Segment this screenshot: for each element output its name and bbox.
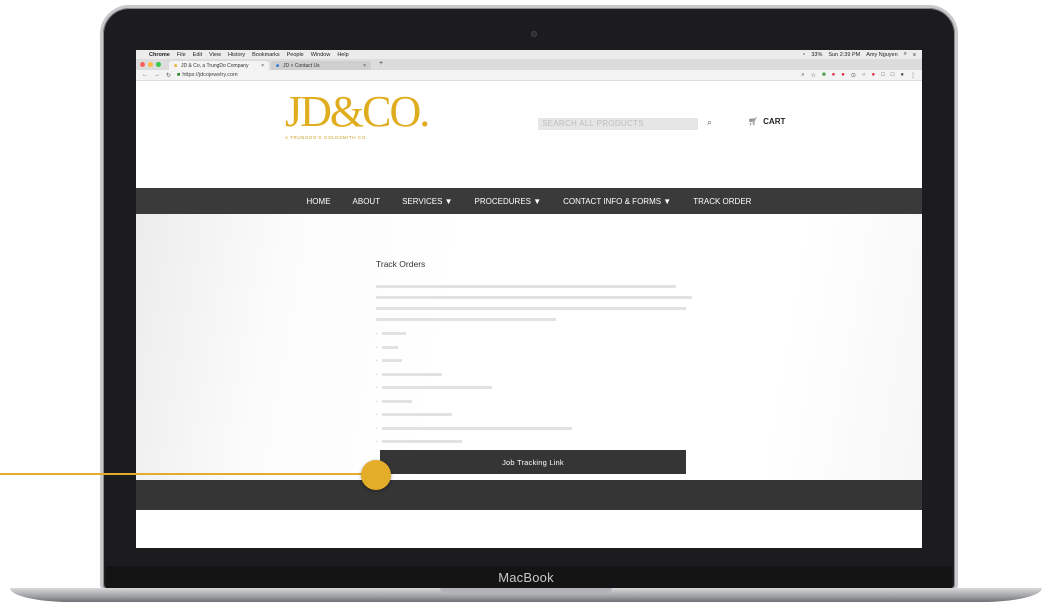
wifi-icon[interactable]: ◔ (802, 52, 805, 58)
extension-icon[interactable]: □ (891, 72, 895, 78)
extension-icon[interactable]: ● (841, 72, 845, 78)
menu-window[interactable]: Window (311, 52, 331, 58)
tab-title: JD & Co, a TrungDo Company (181, 62, 249, 69)
extension-icon[interactable]: ○ (862, 72, 866, 78)
extension-icon[interactable]: ● (832, 72, 836, 78)
more-menu-icon[interactable]: ⋮ (910, 72, 916, 79)
lock-icon: ■ (177, 72, 181, 78)
list-item (376, 341, 572, 355)
list-item (376, 368, 572, 382)
logo-mark: JD&CO. (285, 87, 430, 136)
list-item (376, 327, 572, 341)
stage: Chrome File Edit View History Bookmarks … (0, 0, 1052, 605)
extension-icon[interactable]: ⊙ (851, 72, 856, 79)
zoom-icon[interactable]: ⌕ (801, 72, 804, 79)
laptop-notch (440, 588, 612, 594)
favicon-icon: ■ (276, 62, 280, 69)
favicon-icon: ■ (174, 62, 178, 69)
forward-icon[interactable]: → (154, 72, 160, 78)
minimize-window-icon[interactable] (148, 62, 153, 67)
menu-history[interactable]: History (228, 52, 245, 58)
back-icon[interactable]: ← (142, 72, 148, 78)
cart-icon: 🛒︎ (748, 117, 759, 126)
battery-label[interactable]: 33% (811, 52, 822, 58)
extension-icon[interactable]: □ (881, 72, 885, 78)
mac-menubar: Chrome File Edit View History Bookmarks … (136, 50, 922, 59)
tab-bar: ■ JD & Co, a TrungDo Company × ■ JD > Co… (136, 59, 922, 70)
bookmark-star-icon[interactable]: ☆ (811, 72, 816, 79)
cart-button[interactable]: 🛒︎ CART (748, 117, 785, 126)
close-tab-icon[interactable]: × (363, 63, 366, 69)
nav-contact-info-forms[interactable]: CONTACT INFO & FORMS ▼ (552, 197, 682, 206)
menu-edit[interactable]: Edit (193, 52, 202, 58)
profile-icon[interactable]: ● (900, 72, 904, 78)
nav-procedures[interactable]: PROCEDURES ▼ (464, 197, 553, 206)
job-tracking-link-button[interactable]: Job Tracking Link (380, 450, 686, 474)
url-field[interactable]: ■ https://jdcojewelry.com (177, 72, 238, 78)
close-tab-icon[interactable]: × (261, 63, 264, 69)
url-text: https://jdcojewelry.com (182, 72, 238, 78)
callout-line (0, 473, 372, 475)
menu-app[interactable]: Chrome (149, 52, 170, 58)
nav-about[interactable]: ABOUT (342, 197, 392, 206)
cart-label: CART (763, 117, 786, 126)
extension-icon[interactable]: ● (872, 72, 876, 78)
nav-services[interactable]: SERVICES ▼ (391, 197, 463, 206)
list-item (376, 435, 572, 449)
camera-icon (531, 31, 537, 37)
search-icon[interactable]: ⌕ (707, 117, 712, 128)
new-tab-button[interactable]: + (373, 60, 389, 70)
list-item (376, 381, 572, 395)
nav-home[interactable]: HOME (296, 197, 342, 206)
reload-icon[interactable]: ↻ (166, 72, 171, 79)
device-label: MacBook (498, 570, 554, 585)
spotlight-icon[interactable]: ⌕ (904, 51, 907, 58)
list-item (376, 395, 572, 409)
address-bar: ← → ↻ ■ https://jdcojewelry.com ⌕ ☆ ■ ● ●… (136, 70, 922, 81)
site-header: JD&CO. A TRUNGDO'S GOLDSMITH CO. SEARCH … (136, 81, 922, 188)
nav-track-order[interactable]: TRACK ORDER (682, 197, 762, 206)
tab-title: JD > Contact Us (283, 62, 320, 69)
search-input[interactable]: SEARCH ALL PRODUCTS (538, 118, 698, 130)
user-name[interactable]: Amy Nguyen (866, 52, 898, 58)
clock[interactable]: Sun 2:39 PM (828, 52, 860, 58)
extensions: ⌕ ☆ ■ ● ● ⊙ ○ ● □ □ ● ⋮ (801, 72, 916, 79)
requirements-list-blurred (376, 327, 572, 449)
callout-dot (361, 460, 391, 490)
list-item (376, 354, 572, 368)
menu-help[interactable]: Help (337, 52, 348, 58)
main-content: Track Orders Job Tracking Link (136, 214, 922, 510)
tab-home[interactable]: ■ JD & Co, a TrungDo Company × (169, 61, 269, 70)
list-item (376, 422, 572, 436)
site-logo[interactable]: JD&CO. A TRUNGDO'S GOLDSMITH CO. (285, 87, 430, 141)
menu-list-icon[interactable]: ≡ (913, 52, 916, 58)
extension-icon[interactable]: ■ (822, 72, 826, 78)
intro-text-blurred (376, 281, 692, 329)
window-controls (140, 59, 161, 70)
list-item (376, 408, 572, 422)
page-title: Track Orders (376, 259, 426, 269)
menu-bookmarks[interactable]: Bookmarks (252, 52, 280, 58)
tab-contact[interactable]: ■ JD > Contact Us × (271, 61, 371, 70)
site-footer (136, 480, 922, 510)
maximize-window-icon[interactable] (156, 62, 161, 67)
close-window-icon[interactable] (140, 62, 145, 67)
menu-view[interactable]: View (209, 52, 221, 58)
menu-file[interactable]: File (177, 52, 186, 58)
menu-people[interactable]: People (287, 52, 304, 58)
main-nav: HOME ABOUT SERVICES ▼ PROCEDURES ▼ CONTA… (136, 188, 922, 214)
